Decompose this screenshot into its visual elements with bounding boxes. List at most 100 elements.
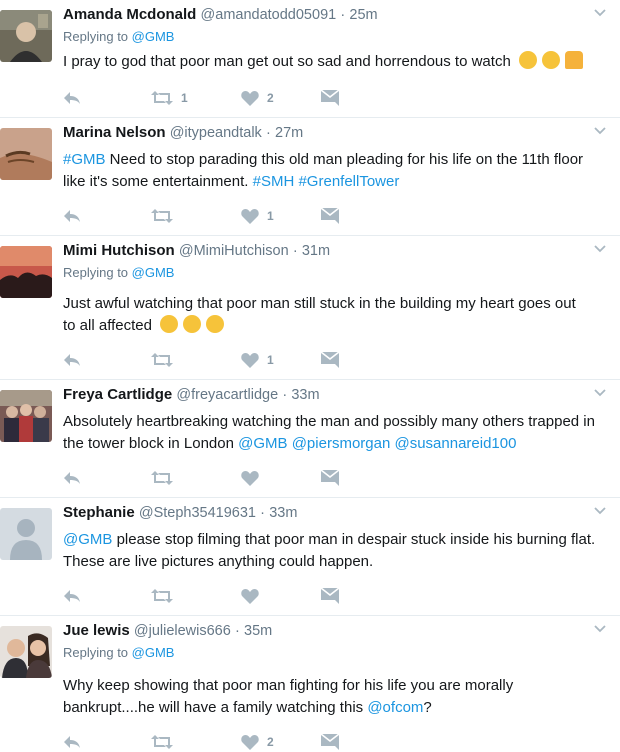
tweet[interactable]: Mimi Hutchison @MimiHutchison · 31m Repl… <box>0 236 620 380</box>
display-name[interactable]: Marina Nelson <box>63 124 166 141</box>
chevron-down-icon[interactable] <box>594 245 606 253</box>
user-handle[interactable]: @julielewis666 <box>134 623 231 639</box>
reply-button[interactable] <box>63 350 81 370</box>
retweet-icon <box>151 735 173 749</box>
display-name[interactable]: Freya Cartlidge <box>63 386 172 403</box>
mention-link[interactable]: @GMB <box>238 435 287 452</box>
retweet-count: 1 <box>181 91 188 105</box>
envelope-icon <box>321 208 339 224</box>
chevron-down-icon[interactable] <box>594 127 606 135</box>
reply-button[interactable] <box>63 468 81 488</box>
envelope-icon <box>321 734 339 750</box>
replying-mention[interactable]: @GMB <box>132 645 175 660</box>
direct-message-button[interactable] <box>321 586 339 606</box>
heart-icon <box>241 589 259 604</box>
like-button[interactable] <box>241 586 267 606</box>
envelope-icon <box>321 470 339 486</box>
chevron-down-icon[interactable] <box>594 507 606 515</box>
retweet-button[interactable] <box>151 732 181 752</box>
reply-button[interactable] <box>63 206 81 226</box>
timestamp[interactable]: 25m <box>349 7 377 23</box>
tweet-text: I pray to god that poor man get out so s… <box>63 51 608 73</box>
loudly-crying-face-emoji <box>542 51 561 69</box>
timestamp[interactable]: 35m <box>244 623 272 639</box>
like-button[interactable]: 1 <box>241 350 274 370</box>
avatar[interactable] <box>0 246 52 298</box>
reply-button[interactable] <box>63 88 81 108</box>
timestamp[interactable]: 33m <box>291 387 319 403</box>
tweet[interactable]: Freya Cartlidge @freyacartlidge · 33m Ab… <box>0 380 620 498</box>
tweet[interactable]: Stephanie @Steph35419631 · 33m @GMB plea… <box>0 498 620 616</box>
direct-message-button[interactable] <box>321 732 339 752</box>
tweet-text-line: @GMB please stop filming that poor man i… <box>63 529 608 551</box>
folded-hands-emoji <box>565 51 584 69</box>
mention-link[interactable]: @ofcom <box>367 699 423 716</box>
avatar[interactable] <box>0 10 52 62</box>
user-handle[interactable]: @freyacartlidge <box>176 387 278 403</box>
hashtag-link[interactable]: #GrenfellTower <box>298 173 399 190</box>
retweet-button[interactable] <box>151 468 181 488</box>
display-name[interactable]: Amanda Mcdonald <box>63 6 196 23</box>
retweet-icon <box>151 589 173 603</box>
direct-message-button[interactable] <box>321 206 339 226</box>
tweet-text-segment: like it's some entertainment. <box>63 173 253 190</box>
tweet[interactable]: Marina Nelson @itypeandtalk · 27m #GMB N… <box>0 118 620 236</box>
avatar[interactable] <box>0 128 52 180</box>
chevron-down-icon[interactable] <box>594 625 606 633</box>
like-button[interactable]: 2 <box>241 732 274 752</box>
tweet-text-line: bankrupt....he will have a family watchi… <box>63 697 608 719</box>
retweet-button[interactable] <box>151 350 181 370</box>
retweet-icon <box>151 353 173 367</box>
avatar[interactable] <box>0 626 52 678</box>
tweet-text-line: Why keep showing that poor man fighting … <box>63 677 514 694</box>
tweet-actions: 1 <box>63 350 363 370</box>
user-handle[interactable]: @MimiHutchison <box>179 243 289 259</box>
separator: · <box>234 623 240 639</box>
tweet[interactable]: Jue lewis @julielewis666 · 35m Replying … <box>0 616 620 752</box>
avatar[interactable] <box>0 508 52 560</box>
chevron-down-icon[interactable] <box>594 9 606 17</box>
retweet-button[interactable]: 1 <box>151 88 188 108</box>
envelope-icon <box>321 352 339 368</box>
direct-message-button[interactable] <box>321 468 339 488</box>
mention-link[interactable]: @piersmorgan <box>292 435 391 452</box>
display-name[interactable]: Stephanie <box>63 504 135 521</box>
tweet-text: #GMB Need to stop parading this old man … <box>63 149 608 193</box>
tweet-header: Mimi Hutchison @MimiHutchison · 31m <box>63 240 590 262</box>
like-button[interactable] <box>241 468 267 488</box>
separator: · <box>292 243 298 259</box>
direct-message-button[interactable] <box>321 88 339 108</box>
replying-mention[interactable]: @GMB <box>132 265 175 280</box>
replying-label: Replying to <box>63 29 132 44</box>
avatar[interactable] <box>0 390 52 442</box>
mention-link[interactable]: @GMB <box>63 531 112 548</box>
tweet-text-line: #GMB Need to stop parading this old man … <box>63 149 608 171</box>
hashtag-link[interactable]: #GMB <box>63 151 106 168</box>
retweet-button[interactable] <box>151 586 181 606</box>
display-name[interactable]: Jue lewis <box>63 622 130 639</box>
display-name[interactable]: Mimi Hutchison <box>63 242 175 259</box>
retweet-button[interactable] <box>151 206 181 226</box>
reply-button[interactable] <box>63 586 81 606</box>
tweet[interactable]: Amanda Mcdonald @amandatodd05091 · 25m R… <box>0 0 620 118</box>
tweet-text-segment: the tower block in London <box>63 435 239 452</box>
user-handle[interactable]: @itypeandtalk <box>170 125 262 141</box>
timestamp[interactable]: 31m <box>302 243 330 259</box>
mention-link[interactable]: @susannareid100 <box>394 435 516 452</box>
replying-mention[interactable]: @GMB <box>132 29 175 44</box>
sad-face-emoji <box>206 315 225 333</box>
reply-button[interactable] <box>63 732 81 752</box>
direct-message-button[interactable] <box>321 350 339 370</box>
user-handle[interactable]: @Steph35419631 <box>139 505 256 521</box>
like-button[interactable]: 1 <box>241 206 274 226</box>
like-button[interactable]: 2 <box>241 88 274 108</box>
chevron-down-icon[interactable] <box>594 389 606 397</box>
tweet-header: Amanda Mcdonald @amandatodd05091 · 25m <box>63 4 590 26</box>
reply-icon <box>64 472 80 484</box>
user-handle[interactable]: @amandatodd05091 <box>201 7 337 23</box>
hashtag-link[interactable]: #SMH <box>253 173 295 190</box>
separator: · <box>340 7 346 23</box>
timestamp[interactable]: 33m <box>269 505 297 521</box>
tweet-header: Stephanie @Steph35419631 · 33m <box>63 502 590 524</box>
timestamp[interactable]: 27m <box>275 125 303 141</box>
